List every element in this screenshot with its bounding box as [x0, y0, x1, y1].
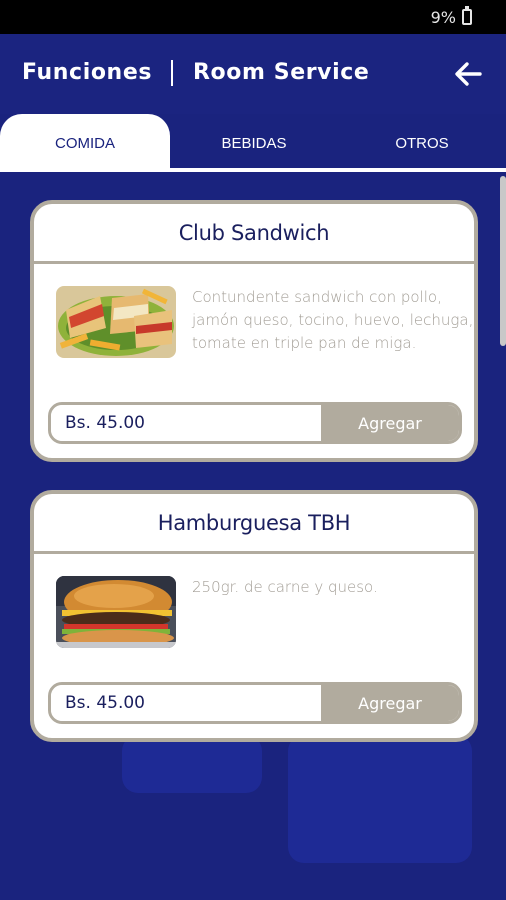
add-button[interactable]: Agregar [321, 405, 459, 441]
item-description: 250gr. de carne y queso. [192, 578, 378, 596]
tab-underline [0, 168, 506, 172]
battery-level: 9% [430, 8, 456, 27]
back-button[interactable] [450, 56, 486, 92]
price-row: Bs. 45.00 Agregar [48, 402, 462, 444]
item-name: Club Sandwich [178, 220, 330, 245]
card-header: Club Sandwich [34, 204, 474, 264]
page-subtitle: Room Service [193, 60, 370, 85]
background-shape [122, 735, 262, 793]
card-header: Hamburguesa TBH [34, 494, 474, 554]
status-bar: 9% [0, 0, 506, 34]
tab-bebidas[interactable]: BEBIDAS [170, 114, 338, 172]
tab-bar: COMIDA BEBIDAS OTROS [0, 114, 506, 172]
price-row: Bs. 45.00 Agregar [48, 682, 462, 724]
menu-item-card: Hamburguesa TBH 250gr. de carne y queso.… [30, 490, 478, 742]
card-body: Contundente sandwich con pollo, jamón qu… [34, 264, 474, 402]
menu-item-card: Club Sandwich Contundente sandwich con p… [30, 200, 478, 462]
tab-otros[interactable]: OTROS [338, 114, 506, 172]
hamburger-photo [56, 576, 176, 648]
item-price: Bs. 45.00 [51, 405, 321, 441]
item-description: Contundente sandwich con pollo, jamón qu… [192, 288, 474, 352]
tab-comida[interactable]: COMIDA [0, 114, 170, 172]
title-divider [171, 60, 173, 86]
club-sandwich-photo [56, 286, 176, 358]
scrollbar[interactable] [500, 176, 506, 346]
add-button[interactable]: Agregar [321, 685, 459, 721]
item-name: Hamburguesa TBH [157, 510, 351, 535]
background-shape [288, 735, 472, 863]
app-bar: Funciones Room Service [0, 34, 506, 114]
app-title: Funciones [22, 60, 153, 85]
card-body: 250gr. de carne y queso. [34, 554, 474, 692]
arrow-left-icon [455, 62, 482, 86]
item-price: Bs. 45.00 [51, 685, 321, 721]
battery-icon [462, 6, 472, 25]
